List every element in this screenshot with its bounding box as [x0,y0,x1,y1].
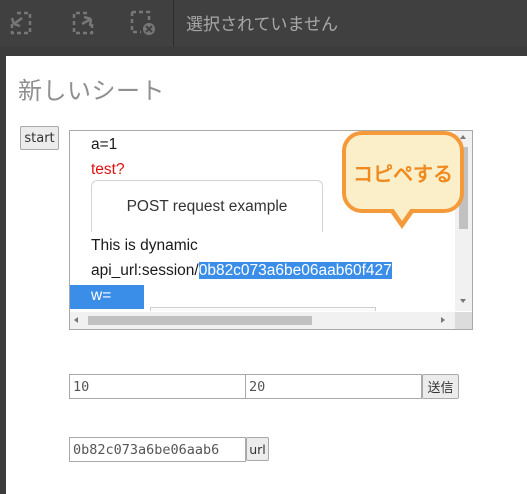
clear-selection-icon [130,10,155,35]
value-input-1[interactable] [73,378,242,395]
api-url-prefix: api_url:session/ [91,262,199,279]
toolbar-separator [173,0,174,46]
sheet-canvas: 新しいシート start a=1 test? POST request exam… [6,56,527,494]
callout-tail-fill [393,208,411,221]
scroll-left-icon[interactable] [74,317,78,323]
session-id-selection[interactable]: 0b82c073a6be06aab60f427 [198,262,392,279]
scroll-down-icon[interactable] [460,299,466,303]
send-button[interactable]: 送信 [422,374,459,399]
next-tab-peek [150,307,376,311]
scrollbar-corner [455,312,472,329]
line-test: test? [91,161,125,178]
clear-selection-button[interactable] [128,9,158,37]
top-toolbar: 選択されていません [0,0,527,46]
redo-icon [72,11,94,35]
selection-status: 選択されていません [186,15,338,35]
url-input[interactable] [73,441,242,458]
value-input-2[interactable] [249,378,418,395]
horizontal-scrollbar[interactable] [70,312,455,329]
url-button[interactable]: url [246,437,269,461]
scroll-right-icon[interactable] [441,317,445,323]
line-w: w= [91,287,112,304]
sheet-title: 新しいシート [18,77,165,105]
api-url-line: api_url:session/0b82c073a6be06aab60f427 [91,262,392,280]
tab-post-request-example[interactable]: POST request example [91,180,323,232]
line-a: a=1 [91,136,118,153]
value-field-1[interactable] [69,374,246,399]
value-field-2[interactable] [245,374,422,399]
url-field[interactable] [69,437,246,462]
horizontal-scroll-thumb[interactable] [88,316,312,325]
redo-button[interactable] [68,9,98,37]
undo-button[interactable] [6,9,36,37]
undo-icon [10,11,32,35]
copy-paste-callout: コピペする [342,131,464,213]
start-button[interactable]: start [20,126,59,150]
line-dynamic: This is dynamic [91,237,198,254]
scroll-up-icon[interactable] [460,135,466,139]
